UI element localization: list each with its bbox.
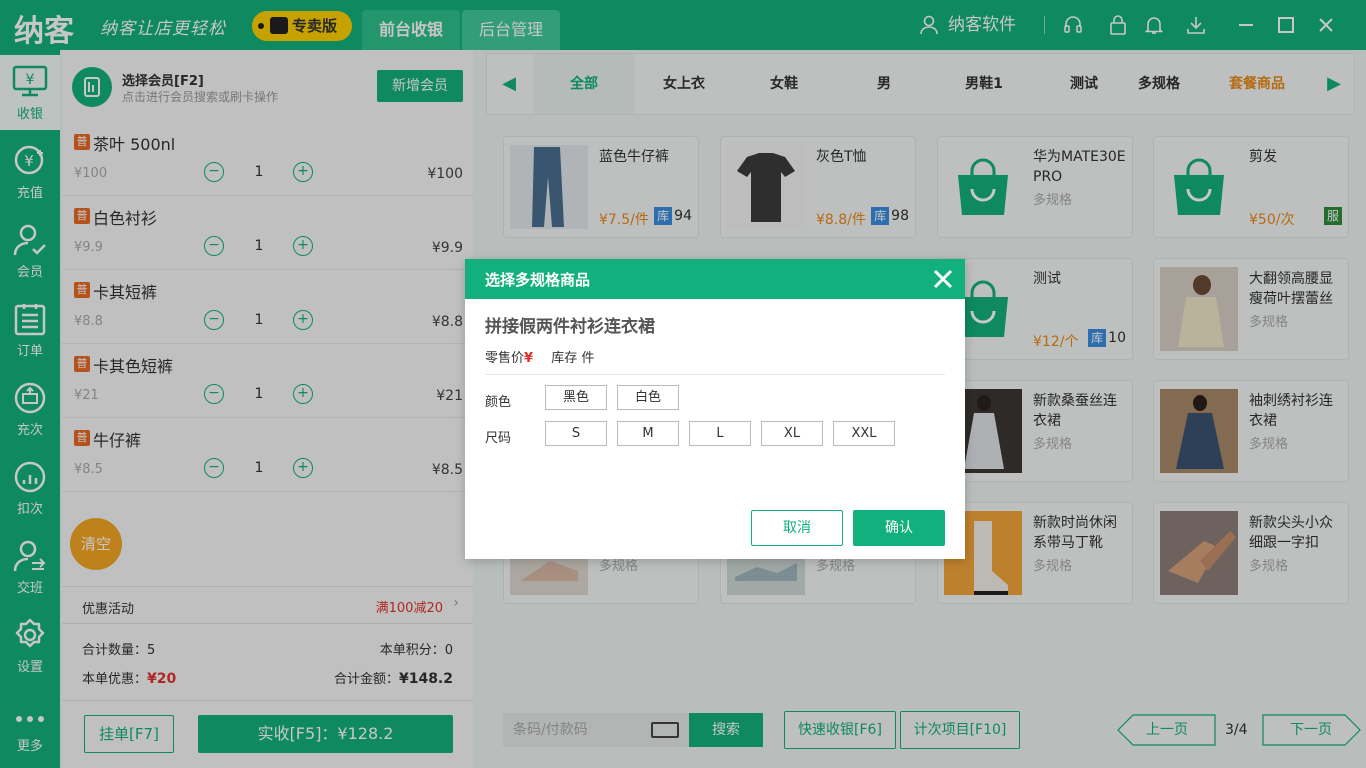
size-option[interactable]: XL — [761, 421, 823, 446]
dialog-product-name: 拼接假两件衬衫连衣裙 — [485, 317, 655, 337]
divider — [485, 374, 945, 375]
size-option[interactable]: XXL — [833, 421, 895, 446]
color-label: 颜色 — [485, 395, 512, 410]
dialog-title: 选择多规格商品 — [485, 271, 591, 289]
cancel-button[interactable]: 取消 — [751, 510, 843, 546]
dialog-header: 选择多规格商品 — [465, 259, 965, 299]
confirm-button[interactable]: 确认 — [853, 510, 945, 546]
size-option[interactable]: L — [689, 421, 751, 446]
spec-select-dialog: 选择多规格商品 拼接假两件衬衫连衣裙 零售价¥ 库存 件 颜色 黑色 白色 尺码… — [465, 259, 965, 559]
color-option[interactable]: 黑色 — [545, 385, 607, 410]
dialog-product-meta: 零售价¥ 库存 件 — [485, 351, 595, 366]
color-option[interactable]: 白色 — [617, 385, 679, 410]
size-label: 尺码 — [485, 431, 512, 446]
size-option[interactable]: S — [545, 421, 607, 446]
dialog-close-icon[interactable] — [929, 265, 957, 293]
size-option[interactable]: M — [617, 421, 679, 446]
